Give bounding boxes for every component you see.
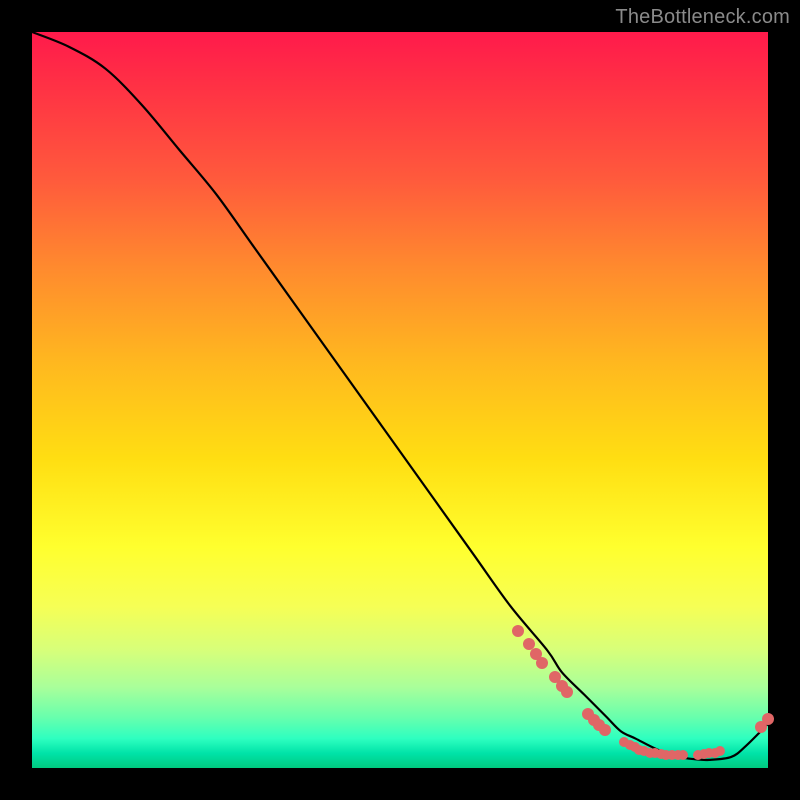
data-point: [512, 625, 524, 637]
plot-area: [32, 32, 768, 768]
data-point: [536, 657, 548, 669]
data-point: [715, 746, 725, 756]
watermark-text: TheBottleneck.com: [615, 6, 790, 29]
curve-layer: [32, 32, 768, 768]
chart-stage: TheBottleneck.com: [0, 0, 800, 800]
data-point: [599, 724, 611, 736]
data-point: [762, 713, 774, 725]
data-point: [678, 750, 688, 760]
data-point: [561, 686, 573, 698]
bottleneck-curve: [32, 32, 768, 760]
